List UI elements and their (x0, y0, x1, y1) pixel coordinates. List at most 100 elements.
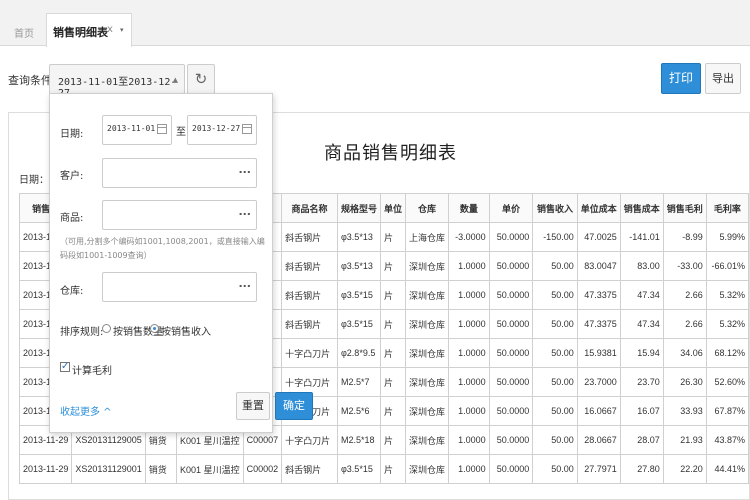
table-cell: M2.5*7 (336, 367, 381, 397)
table-cell: 50.0000 (488, 425, 534, 455)
table-cell: 片 (379, 396, 407, 426)
warehouse-input[interactable]: ... (102, 272, 257, 302)
table-cell: 十字凸刀片 (281, 338, 338, 368)
col-header: 单价 (488, 193, 534, 223)
table-cell: 1.0000 (448, 454, 490, 484)
col-header: 单位 (379, 193, 407, 223)
table-cell: 片 (379, 425, 407, 455)
tab-home[interactable]: 首页 (6, 14, 46, 46)
calc-profit-checkbox[interactable]: ✓ (60, 362, 70, 372)
table-cell: φ3.5*13 (336, 222, 381, 252)
date-range-dropdown[interactable]: 2013-11-01至2013-12-27 ▲ (49, 64, 185, 99)
col-header: 商品名称 (281, 193, 338, 223)
sort-by-qty-radio[interactable] (102, 324, 111, 333)
table-cell: 52.60% (705, 367, 749, 397)
table-cell: 28.0667 (576, 425, 621, 455)
table-cell: φ3.5*13 (336, 251, 381, 281)
table-cell: 50.00 (532, 367, 578, 397)
table-cell: 斜舌钢片 (281, 251, 338, 281)
table-cell: 15.9381 (576, 338, 621, 368)
table-cell: 47.0025 (576, 222, 621, 252)
calendar-icon[interactable] (242, 124, 252, 134)
table-cell: XS20131129001 (71, 454, 146, 484)
table-cell: 50.0000 (488, 222, 534, 252)
table-cell: 26.30 (662, 367, 707, 397)
table-cell: M2.5*18 (336, 425, 381, 455)
table-cell: φ3.5*15 (336, 280, 381, 310)
table-cell: 1.0000 (448, 309, 490, 339)
table-cell: 5.32% (705, 309, 749, 339)
table-cell: C00002 (242, 454, 283, 484)
table-cell: 片 (379, 280, 407, 310)
table-cell: 50.00 (532, 454, 578, 484)
chevron-down-icon[interactable]: ▾ (120, 26, 124, 34)
date-to-value: 2013-12-27 (192, 124, 241, 133)
sort-by-income-label[interactable]: 按销售收入 (161, 323, 211, 338)
table-cell: 50.0000 (488, 280, 534, 310)
collapse-more-link[interactable]: 收起更多 ^ (60, 403, 112, 418)
table-cell: 16.0667 (576, 396, 621, 426)
table-cell: 深圳仓库 (404, 396, 450, 426)
product-label: 商品: (60, 213, 84, 224)
col-header: 单位成本 (576, 193, 621, 223)
close-icon[interactable]: x (107, 24, 113, 35)
table-cell: 47.34 (619, 309, 664, 339)
date-to-input[interactable]: 2013-12-27 (187, 115, 257, 145)
table-row[interactable]: 2013-11-29 XS20131129001 销货 K001 星川温控 C00002… (18, 454, 749, 484)
table-cell: 2.66 (662, 280, 707, 310)
table-cell: 15.94 (619, 338, 664, 368)
table-cell: 33.93 (662, 396, 707, 426)
table-cell: φ2.8*9.5 (336, 338, 381, 368)
table-cell: 深圳仓库 (404, 309, 450, 339)
table-cell: φ3.5*15 (336, 454, 381, 484)
table-cell: 27.7971 (576, 454, 621, 484)
table-cell: 68.12% (705, 338, 749, 368)
picker-icon[interactable]: ... (238, 205, 251, 218)
export-button[interactable]: 导出 (705, 63, 741, 94)
report-title: 商品销售明细表 (324, 143, 457, 164)
refresh-icon[interactable]: ↻ (187, 64, 215, 94)
table-cell: 83.00 (619, 251, 664, 281)
date-from-input[interactable]: 2013-11-01 (102, 115, 172, 145)
customer-input[interactable]: ... (102, 158, 257, 188)
table-cell: 47.3375 (576, 280, 621, 310)
query-filter-panel: 日期: 2013-11-01 至 2013-12-27 客户: ... 商品: … (49, 93, 313, 433)
calc-profit-label[interactable]: 计算毛利 (72, 362, 112, 377)
table-cell: -141.01 (619, 222, 664, 252)
picker-icon[interactable]: ... (238, 277, 251, 290)
col-header: 销售收入 (532, 193, 578, 223)
table-cell: 43.87% (705, 425, 749, 455)
sort-by-income-radio[interactable] (150, 324, 159, 333)
table-cell: -33.00 (662, 251, 707, 281)
table-cell: 47.34 (619, 280, 664, 310)
table-cell: 50.00 (532, 280, 578, 310)
table-cell: 十字凸刀片 (281, 425, 338, 455)
table-cell: 1.0000 (448, 338, 490, 368)
product-input[interactable]: ... (102, 200, 257, 230)
calendar-icon[interactable] (157, 124, 167, 134)
table-cell: 50.00 (532, 338, 578, 368)
table-cell: 28.07 (619, 425, 664, 455)
table-cell: 片 (379, 367, 407, 397)
table-cell: 1.0000 (448, 396, 490, 426)
tab-sales-detail[interactable]: 销售明细表 x ▾ (46, 13, 132, 47)
picker-icon[interactable]: ... (238, 163, 251, 176)
caret-up-icon: ▲ (172, 76, 178, 84)
table-cell: 2.66 (662, 309, 707, 339)
table-cell: 1.0000 (448, 251, 490, 281)
date-label: 日期: (60, 129, 84, 140)
table-cell: φ3.5*15 (336, 309, 381, 339)
reset-button[interactable]: 重置 (236, 392, 270, 420)
col-header: 毛利率 (705, 193, 749, 223)
print-button[interactable]: 打印 (661, 63, 701, 94)
table-cell: 50.0000 (488, 367, 534, 397)
table-cell: K001 星川温控 (176, 454, 244, 484)
customer-label: 客户: (60, 171, 84, 182)
table-cell: 片 (379, 222, 407, 252)
table-cell: 深圳仓库 (404, 338, 450, 368)
product-hint: （可用,分割多个编码如1001,1008,2001，或直接输入编码段如1001-… (60, 237, 265, 260)
table-cell: 23.7000 (576, 367, 621, 397)
confirm-button[interactable]: 确定 (275, 392, 313, 420)
col-header: 数量 (448, 193, 490, 223)
table-cell: 片 (379, 454, 407, 484)
